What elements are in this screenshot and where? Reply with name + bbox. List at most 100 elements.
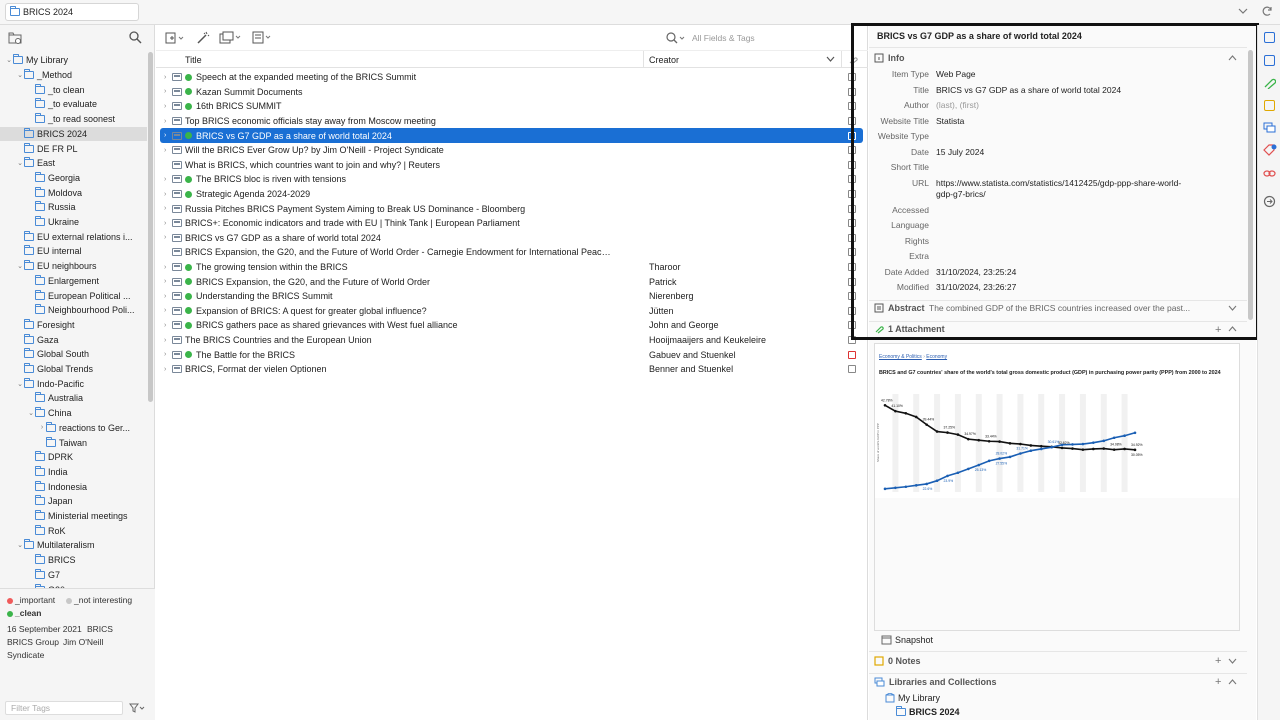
notes-nav-icon[interactable] bbox=[1264, 100, 1275, 111]
table-row[interactable]: › Speech at the expanded meeting of the B… bbox=[156, 70, 868, 85]
add-note-plus-icon[interactable]: + bbox=[1215, 655, 1221, 667]
attachment-column-icon[interactable] bbox=[848, 55, 858, 65]
collection-item[interactable]: Neighbourhood Poli... bbox=[0, 303, 147, 318]
expand-row-icon[interactable]: › bbox=[164, 220, 170, 227]
table-row[interactable]: › Understanding the BRICS Summit Nierenber… bbox=[156, 289, 868, 304]
table-row[interactable]: › Top BRICS economic officials stay away … bbox=[156, 114, 868, 129]
snapshot-attachment-icon[interactable] bbox=[848, 292, 856, 301]
tags-nav-icon[interactable] bbox=[1263, 144, 1277, 156]
collection-item[interactable]: ⌄ China bbox=[0, 406, 147, 421]
expand-chevron-icon[interactable]: ⌄ bbox=[16, 541, 24, 549]
tag-brics-group[interactable]: BRICS Group bbox=[7, 637, 59, 647]
tag-jim-oneill[interactable]: Jim O'Neill bbox=[63, 637, 103, 647]
table-row[interactable]: › BRICS Expansion, the G20, and the Futur… bbox=[156, 274, 868, 289]
table-row[interactable]: › The growing tension within the BRICS Tha… bbox=[156, 260, 868, 275]
filter-tags-input[interactable]: Filter Tags bbox=[5, 701, 123, 715]
collection-item[interactable]: Russia bbox=[0, 200, 147, 215]
collection-item[interactable]: Enlargement bbox=[0, 274, 147, 289]
snapshot-attachment-icon[interactable] bbox=[848, 160, 856, 169]
tag-clean[interactable]: _clean bbox=[7, 608, 41, 618]
table-row[interactable]: › Kazan Summit Documents bbox=[156, 85, 868, 100]
field-value[interactable]: BRICS vs G7 GDP as a share of world tota… bbox=[936, 85, 1121, 95]
snapshot-attachment-icon[interactable] bbox=[848, 117, 856, 126]
collection-item[interactable]: EU external relations i... bbox=[0, 229, 147, 244]
collection-item[interactable]: Taiwan bbox=[0, 435, 147, 450]
field-value[interactable]: 15 July 2024 bbox=[936, 147, 984, 157]
collapse-chevron-icon[interactable] bbox=[1228, 326, 1237, 333]
snapshot-attachment-icon[interactable] bbox=[848, 306, 856, 315]
notes-section-header[interactable]: 0 Notes bbox=[874, 656, 921, 666]
field-value[interactable]: 31/10/2024, 23:26:27 bbox=[936, 282, 1016, 292]
libraries-section-header[interactable]: Libraries and Collections bbox=[874, 677, 997, 687]
expand-row-icon[interactable]: › bbox=[164, 293, 170, 300]
table-row[interactable]: › The BRICS Countries and the European Un… bbox=[156, 333, 868, 348]
field-value-continued[interactable]: gdp-g7-brics/ bbox=[936, 189, 986, 199]
snapshot-attachment-icon[interactable] bbox=[848, 175, 856, 184]
column-creator[interactable]: Creator bbox=[649, 55, 679, 65]
table-row[interactable]: › BRICS, Format der vielen Optionen Benner… bbox=[156, 362, 868, 377]
collection-item[interactable]: ⌄ Indo-Pacific bbox=[0, 376, 147, 391]
lib-my-library[interactable]: My Library bbox=[885, 693, 940, 703]
snapshot-attachment-icon[interactable] bbox=[848, 146, 856, 155]
collections-scrollbar[interactable] bbox=[148, 52, 153, 402]
collapse-chevron-icon[interactable] bbox=[1228, 679, 1237, 686]
expand-chevron-icon[interactable]: ⌄ bbox=[27, 409, 35, 417]
table-row[interactable]: What is BRICS, which countries want to j… bbox=[156, 158, 868, 173]
sync-icon[interactable] bbox=[1261, 5, 1273, 17]
lib-collection-brics-2024[interactable]: BRICS 2024 bbox=[896, 706, 960, 717]
collection-item[interactable]: Foresight bbox=[0, 318, 147, 333]
related-nav-icon[interactable] bbox=[1263, 168, 1276, 179]
collection-item[interactable]: ⌄ Multilateralism bbox=[0, 538, 147, 553]
snapshot-link[interactable]: Snapshot bbox=[881, 635, 933, 645]
item-pane-scrollbar[interactable] bbox=[1248, 50, 1253, 320]
collection-item[interactable]: Georgia bbox=[0, 171, 147, 186]
collection-item[interactable]: Global Trends bbox=[0, 362, 147, 377]
tag-date[interactable]: 16 September 2021 bbox=[7, 624, 82, 634]
new-collection-icon[interactable] bbox=[8, 32, 22, 44]
magic-wand-icon[interactable] bbox=[196, 31, 210, 44]
collection-item[interactable]: DPRK bbox=[0, 450, 147, 465]
snapshot-attachment-icon[interactable] bbox=[848, 321, 856, 330]
collection-item[interactable]: Ministerial meetings bbox=[0, 509, 147, 524]
collection-item[interactable]: ⌄ My Library bbox=[0, 53, 147, 68]
collection-item[interactable]: Japan bbox=[0, 494, 147, 509]
table-row[interactable]: BRICS Expansion, the G20, and the Future… bbox=[156, 245, 868, 260]
snapshot-attachment-icon[interactable] bbox=[848, 190, 856, 199]
snapshot-attachment-icon[interactable] bbox=[848, 204, 856, 213]
collection-item[interactable]: Gaza bbox=[0, 332, 147, 347]
expand-row-icon[interactable]: › bbox=[164, 322, 170, 329]
expand-chevron-icon[interactable] bbox=[1228, 305, 1237, 312]
expand-chevron-icon[interactable]: ⌄ bbox=[16, 159, 24, 167]
info-section-header[interactable]: Info bbox=[874, 53, 905, 63]
expand-row-icon[interactable]: › bbox=[164, 191, 170, 198]
snapshot-attachment-icon[interactable] bbox=[848, 87, 856, 96]
expand-row-icon[interactable]: › bbox=[164, 88, 170, 95]
table-row[interactable]: › BRICS vs G7 GDP as a share of world tot… bbox=[160, 128, 863, 143]
table-row[interactable]: › The Battle for the BRICS Gabuev and Stue… bbox=[156, 347, 868, 362]
collection-item[interactable]: Global South bbox=[0, 347, 147, 362]
sort-chevron-icon[interactable] bbox=[826, 56, 835, 63]
collection-item[interactable]: › reactions to Ger... bbox=[0, 421, 147, 436]
table-row[interactable]: › Russia Pitches BRICS Payment System Aim… bbox=[156, 201, 868, 216]
abstract-section-header[interactable]: Abstract bbox=[874, 303, 925, 313]
collection-item[interactable]: India bbox=[0, 465, 147, 480]
expand-row-icon[interactable]: › bbox=[164, 366, 170, 373]
table-row[interactable]: › BRICS gathers pace as shared grievances… bbox=[156, 318, 868, 333]
snapshot-attachment-icon[interactable] bbox=[848, 233, 856, 242]
abstract-nav-icon[interactable] bbox=[1264, 55, 1275, 66]
collection-item[interactable]: European Political ... bbox=[0, 288, 147, 303]
table-row[interactable]: › BRICS+: Economic indicators and trade w… bbox=[156, 216, 868, 231]
field-value[interactable]: Web Page bbox=[936, 69, 976, 79]
expand-chevron-icon[interactable]: ⌄ bbox=[16, 380, 24, 388]
collection-item[interactable]: EU internal bbox=[0, 244, 147, 259]
expand-chevron-icon[interactable]: ⌄ bbox=[16, 71, 24, 79]
collection-item[interactable]: RoK bbox=[0, 523, 147, 538]
add-attachment-plus-icon[interactable]: + bbox=[1215, 324, 1221, 336]
info-nav-icon[interactable] bbox=[1264, 32, 1275, 43]
snapshot-attachment-icon[interactable] bbox=[848, 263, 856, 272]
tag-important[interactable]: _important bbox=[7, 595, 55, 605]
new-note-icon[interactable] bbox=[252, 31, 274, 44]
expand-row-icon[interactable]: › bbox=[164, 118, 170, 125]
table-row[interactable]: › Strategic Agenda 2024-2029 bbox=[156, 187, 868, 202]
collection-item[interactable]: ⌄ EU neighbours bbox=[0, 259, 147, 274]
